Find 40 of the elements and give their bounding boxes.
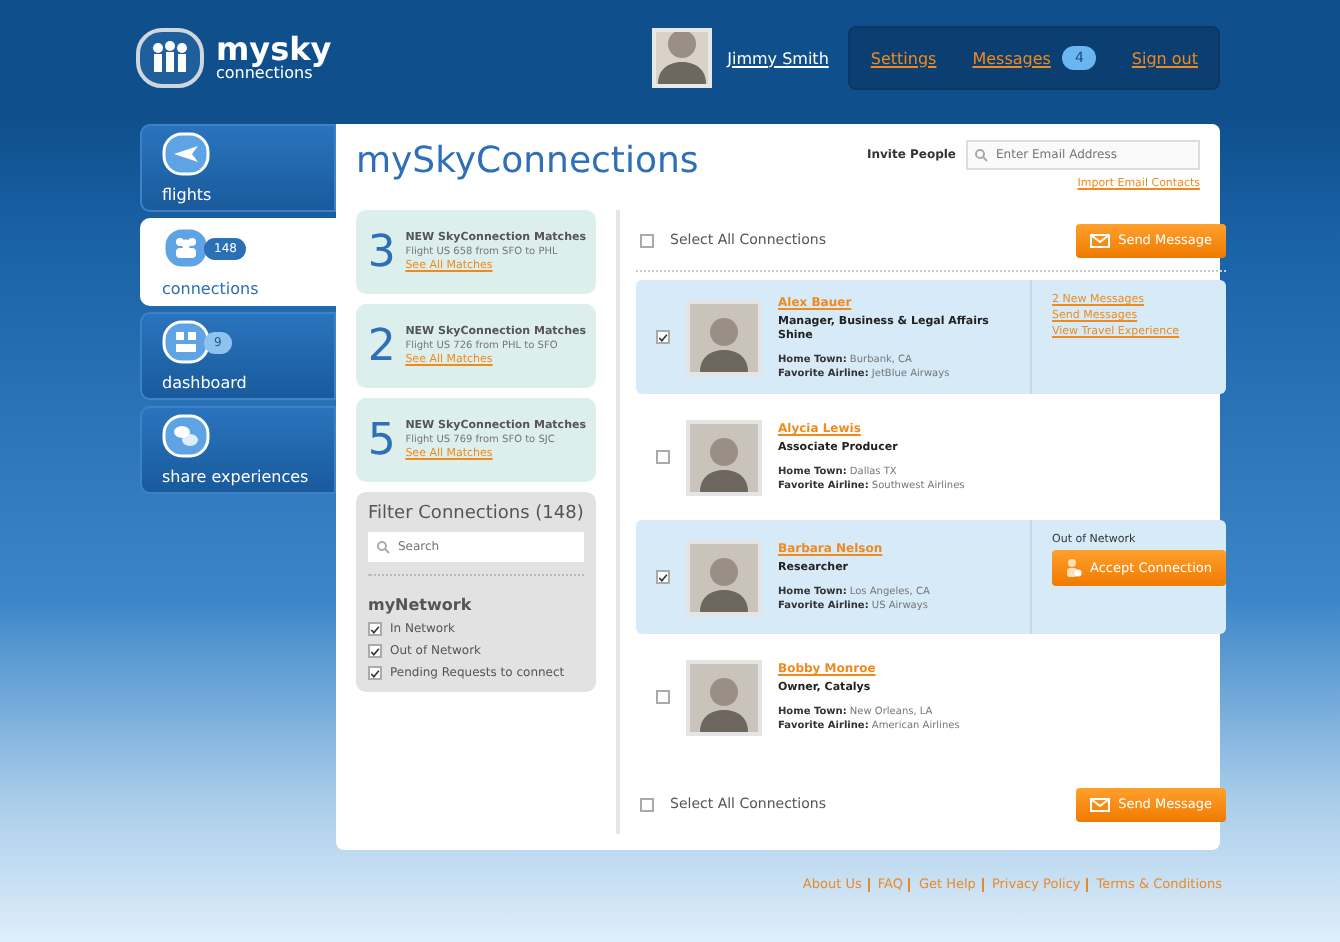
logo-tagline: connections <box>216 66 313 82</box>
envelope-icon <box>1090 233 1111 247</box>
header-link[interactable]: Settings <box>870 49 937 67</box>
photo-placeholder <box>686 659 762 735</box>
match-count: 2 <box>366 321 398 371</box>
chat-bubbles-icon <box>162 414 210 458</box>
checkbox[interactable] <box>368 622 382 636</box>
nav-label: flights <box>162 186 214 204</box>
photo-placeholder <box>686 419 762 495</box>
nav-label: connections <box>162 280 261 298</box>
user-name-link[interactable]: Jimmy Smith <box>727 49 829 67</box>
checkbox[interactable] <box>640 797 654 811</box>
checkbox[interactable] <box>656 450 670 464</box>
filter-title: Filter Connections (148) <box>368 504 584 524</box>
photo-placeholder <box>686 299 762 375</box>
search-icon <box>376 540 390 554</box>
header-link[interactable]: Messages <box>972 49 1051 67</box>
match-count: 5 <box>366 415 398 465</box>
search-icon <box>974 148 988 162</box>
match-count: 3 <box>366 227 398 277</box>
nav-label: dashboard <box>162 374 249 392</box>
envelope-icon <box>1090 797 1111 811</box>
checkbox[interactable] <box>640 233 654 247</box>
photo-placeholder <box>686 539 762 615</box>
header-link[interactable]: Sign out <box>1131 49 1198 67</box>
nav-tab[interactable]: share experiences <box>140 406 336 494</box>
logo-name: mysky <box>216 34 332 66</box>
nav-label: share experiences <box>162 468 311 486</box>
checkbox[interactable] <box>368 644 382 658</box>
avatar-placeholder <box>651 28 712 88</box>
nav-tab[interactable]: flights <box>140 124 336 212</box>
logo-icon <box>136 28 204 88</box>
section-heading: myNetwork <box>368 596 474 614</box>
page-title: mySkyConnections <box>356 140 699 182</box>
checkbox[interactable] <box>656 690 670 704</box>
grid-icon <box>162 320 210 364</box>
checkbox[interactable] <box>656 330 670 344</box>
person-plus-icon <box>1066 558 1082 578</box>
checkbox[interactable] <box>368 666 382 680</box>
checkbox[interactable] <box>656 570 670 584</box>
